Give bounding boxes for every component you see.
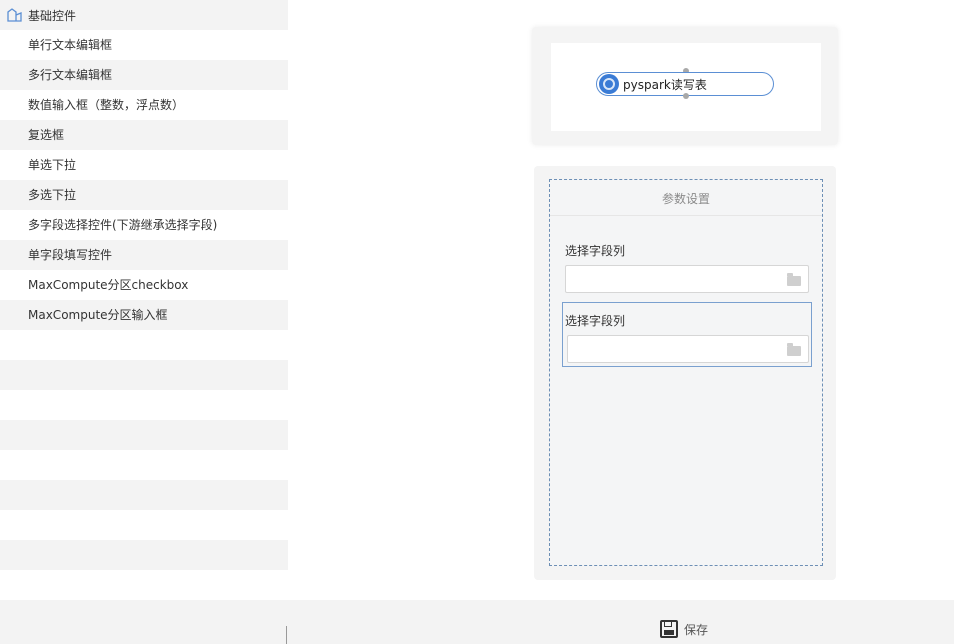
params-dropzone[interactable] [549, 179, 823, 566]
params-title: 参数设置 [550, 186, 822, 216]
control-item[interactable]: 数值输入框（整数，浮点数） [0, 90, 288, 120]
control-item-label: 单选下拉 [28, 158, 77, 172]
control-item-label: 单字段填写控件 [28, 248, 113, 262]
control-item[interactable]: 单选下拉 [0, 150, 288, 180]
control-item[interactable]: 多选下拉 [0, 180, 288, 210]
control-list: 单行文本编辑框 多行文本编辑框 数值输入框（整数，浮点数） 复选框 单选下拉 多… [0, 30, 288, 600]
control-item-label: MaxCompute分区checkbox [28, 278, 189, 292]
control-item[interactable]: 复选框 [0, 120, 288, 150]
output-port[interactable] [683, 93, 689, 99]
control-item-label: MaxCompute分区输入框 [28, 308, 168, 322]
control-item-label: 多行文本编辑框 [28, 68, 113, 82]
control-item[interactable]: MaxCompute分区checkbox [0, 270, 288, 300]
section-header[interactable]: 基础控件 [0, 0, 288, 30]
designer-canvas: pyspark读写表 参数设置 选择字段列 选择字段列 [288, 0, 954, 600]
empty-row [0, 540, 288, 570]
field-label: 选择字段列 [565, 314, 626, 328]
control-item[interactable]: MaxCompute分区输入框 [0, 300, 288, 330]
node-circle-icon [599, 74, 619, 94]
control-item-label: 多字段选择控件(下游继承选择字段) [28, 218, 218, 232]
empty-row [0, 570, 288, 600]
control-item-label: 数值输入框（整数，浮点数） [28, 98, 185, 112]
control-item-label: 多选下拉 [28, 188, 77, 202]
folder-icon[interactable] [787, 343, 801, 356]
footer-bar [0, 600, 954, 644]
field-column-select[interactable] [565, 265, 809, 293]
field-label: 选择字段列 [565, 244, 626, 258]
footer-divider [286, 626, 287, 644]
save-label: 保存 [684, 622, 709, 637]
control-item[interactable]: 单行文本编辑框 [0, 30, 288, 60]
empty-row [0, 390, 288, 420]
control-item-label: 单行文本编辑框 [28, 38, 113, 52]
save-icon [660, 620, 678, 638]
empty-row [0, 510, 288, 540]
control-item-label: 复选框 [28, 128, 65, 142]
control-item[interactable]: 单字段填写控件 [0, 240, 288, 270]
folder-icon[interactable] [787, 273, 801, 286]
control-palette: 基础控件 单行文本编辑框 多行文本编辑框 数值输入框（整数，浮点数） 复选框 单… [0, 0, 288, 600]
empty-row [0, 360, 288, 390]
node-label: pyspark读写表 [623, 77, 707, 92]
empty-row [0, 480, 288, 510]
control-item[interactable]: 多字段选择控件(下游继承选择字段) [0, 210, 288, 240]
field-column-select[interactable] [567, 335, 809, 363]
empty-row [0, 330, 288, 360]
section-title: 基础控件 [28, 8, 77, 23]
component-group-icon [7, 8, 22, 22]
save-button[interactable]: 保存 [660, 616, 708, 642]
control-item[interactable]: 多行文本编辑框 [0, 60, 288, 90]
empty-row [0, 450, 288, 480]
empty-row [0, 420, 288, 450]
